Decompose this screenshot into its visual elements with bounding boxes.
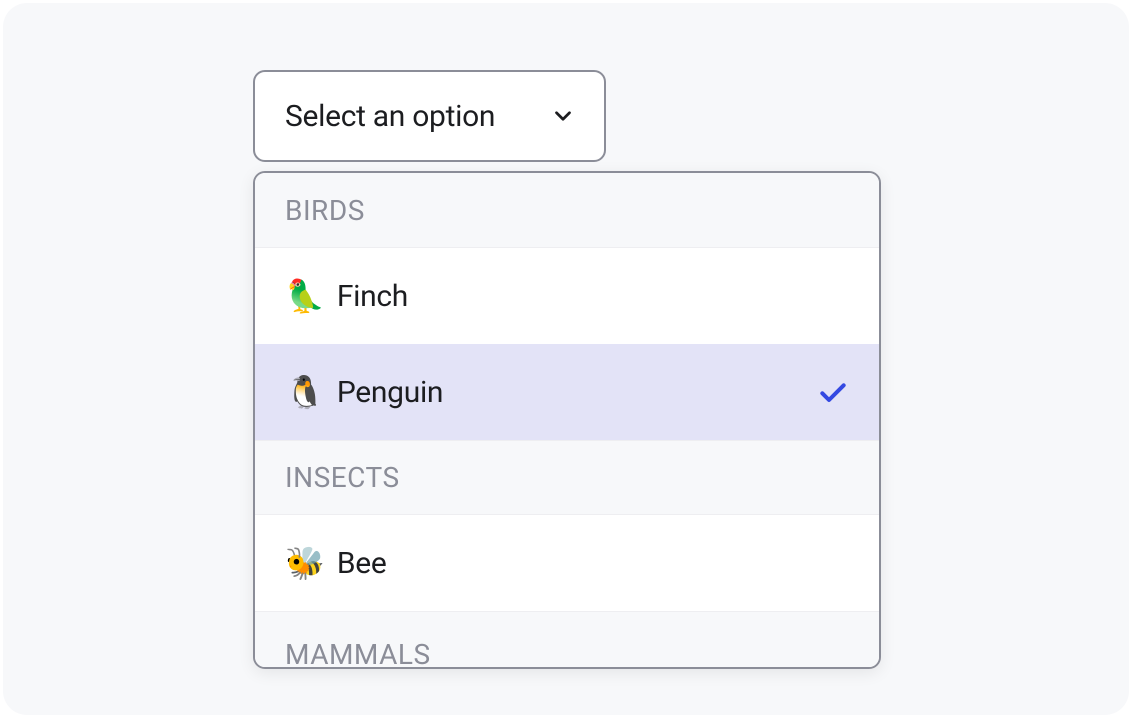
checkmark-icon: [817, 376, 849, 408]
option-content: 🐝 Bee: [285, 546, 386, 581]
select-trigger[interactable]: Select an option: [253, 70, 606, 162]
app-canvas: Select an option BIRDS 🦜 Finch 🐧 Penguin: [3, 3, 1129, 715]
bee-icon: 🐝: [285, 547, 325, 579]
option-penguin[interactable]: 🐧 Penguin: [255, 344, 879, 440]
option-label: Bee: [337, 546, 387, 581]
chevron-down-icon: [550, 103, 576, 129]
group-header-mammals: MAMMALS: [255, 611, 879, 669]
option-finch[interactable]: 🦜 Finch: [255, 248, 879, 344]
penguin-icon: 🐧: [285, 376, 325, 408]
select-dropdown: BIRDS 🦜 Finch 🐧 Penguin INSECTS 🐝 Bee: [253, 171, 881, 669]
group-header-insects: INSECTS: [255, 440, 879, 515]
option-content: 🐧 Penguin: [285, 375, 443, 410]
option-content: 🦜 Finch: [285, 279, 408, 314]
group-header-birds: BIRDS: [255, 173, 879, 248]
option-bee[interactable]: 🐝 Bee: [255, 515, 879, 611]
parrot-icon: 🦜: [285, 280, 325, 312]
select-placeholder: Select an option: [285, 99, 495, 134]
option-label: Penguin: [337, 375, 443, 410]
option-label: Finch: [337, 279, 408, 314]
